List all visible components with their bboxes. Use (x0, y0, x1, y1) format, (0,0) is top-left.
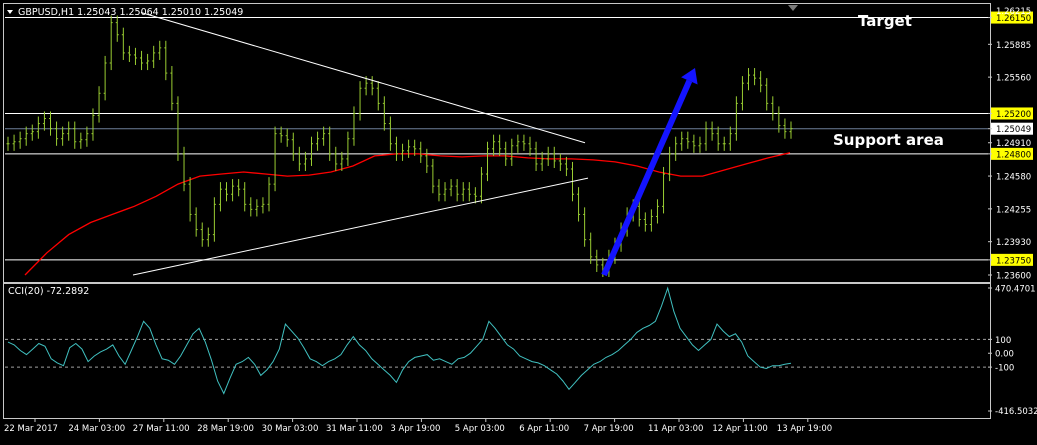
time-axis-label: 24 Mar 03:00 (68, 424, 125, 434)
time-axis-label: 30 Mar 03:00 (262, 424, 319, 434)
trendline-descending[interactable] (140, 12, 586, 144)
price-axis-label: 1.25560 (996, 74, 1031, 84)
time-axis-label: 6 Apr 11:00 (519, 424, 569, 434)
moving-average-line (24, 152, 791, 276)
chart-window[interactable]: 1.26150 1.25885 1.25560 1.25200 1.25049 1.249… (0, 0, 1037, 441)
price-axis-label: 1.23750 (996, 256, 1031, 266)
cci-title: CCI(20) -72.2892 (8, 286, 89, 297)
chart-shift-marker-icon[interactable] (788, 5, 798, 11)
price-axis-label: 1.24580 (996, 173, 1031, 183)
price-axis-label: 1.23600 (996, 272, 1031, 282)
time-axis-label: 22 Mar 2017 (4, 424, 58, 434)
time-axis: 22 Mar 2017 24 Mar 03:00 27 Mar 11:00 28 Ma… (4, 418, 832, 434)
support-area-annotation: Support area (833, 131, 944, 149)
cci-axis-label: 0.00 (995, 350, 1014, 360)
cci-line (7, 286, 792, 395)
price-axis-label: 1.23930 (996, 238, 1031, 248)
time-axis-label: 11 Apr 03:00 (648, 424, 703, 434)
cci-axis-label: -100 (995, 364, 1014, 374)
price-axis-label: 1.25200 (996, 110, 1031, 120)
cci-indicator (5, 286, 988, 395)
time-axis-label: 12 Apr 11:00 (712, 424, 767, 434)
moving-average (24, 152, 791, 276)
time-axis-label: 3 Apr 19:00 (390, 424, 440, 434)
chart-title: GBPUSD,H1 1.25043 1.25064 1.25010 1.2504… (18, 7, 243, 18)
arrow-shaft (601, 79, 693, 277)
time-axis-label: 28 Mar 19:00 (197, 424, 254, 434)
price-axis-label: 1.24800 (996, 150, 1031, 160)
time-axis-label: 31 Mar 11:00 (326, 424, 383, 434)
trendlines (132, 12, 589, 276)
time-axis-label: 5 Apr 03:00 (455, 424, 505, 434)
cci-axis-label: 470.4701 (995, 285, 1036, 295)
time-axis-label: 7 Apr 19:00 (584, 424, 634, 434)
cci-axis: 470.4701 100 0.00 -100 -416.5032 (988, 285, 1037, 417)
chart-menu-icon[interactable] (7, 10, 13, 14)
target-annotation: Target (858, 12, 912, 30)
price-axis-max-label: 1.26215 (996, 7, 1031, 17)
cci-axis-label: 100 (995, 336, 1011, 346)
price-axis-label: 1.25885 (996, 41, 1031, 51)
price-axis-label: 1.24255 (996, 205, 1031, 215)
cci-axis-label: -416.5032 (995, 407, 1037, 417)
trendline-ascending[interactable] (132, 177, 589, 276)
price-axis-label: 1.25049 (996, 125, 1031, 135)
price-chart-svg[interactable]: 1.261501.258851.255601.252001.250491.249… (0, 0, 1037, 441)
price-axis-label: 1.24910 (996, 139, 1031, 149)
candles (6, 15, 793, 278)
price-axis: 1.261501.258851.255601.252001.250491.249… (988, 7, 1033, 282)
time-axis-label: 13 Apr 19:00 (777, 424, 832, 434)
time-axis-label: 27 Mar 11:00 (133, 424, 190, 434)
cci-panel-frame (3, 283, 991, 419)
forecast-arrow (601, 68, 698, 277)
